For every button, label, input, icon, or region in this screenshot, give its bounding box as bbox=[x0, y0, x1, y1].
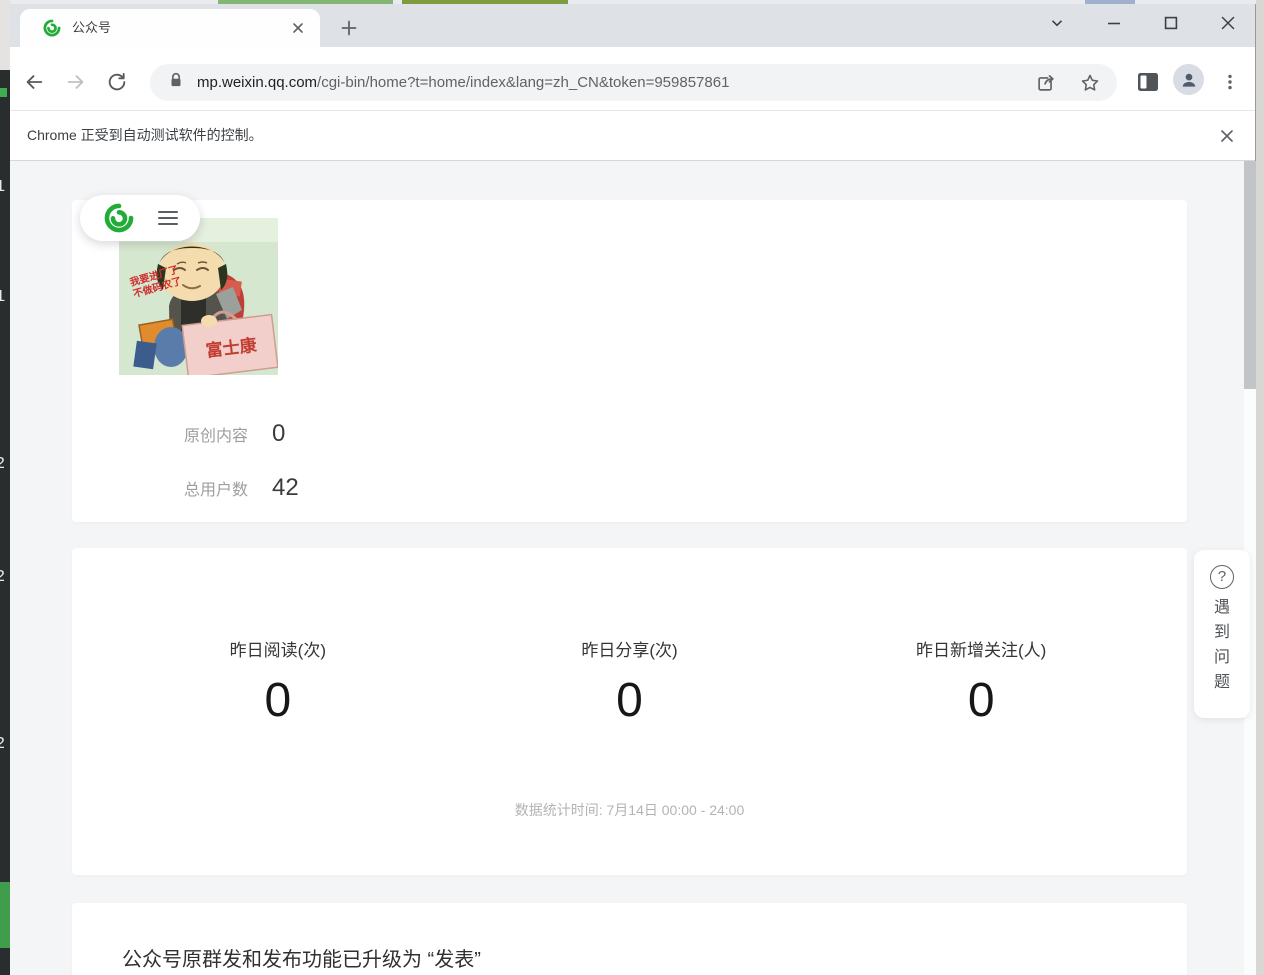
tab-close-icon[interactable] bbox=[286, 16, 310, 40]
stat-label: 昨日分享(次) bbox=[454, 636, 806, 661]
wechat-logo-icon bbox=[102, 201, 136, 235]
share-icon[interactable] bbox=[1033, 70, 1059, 96]
total-users-value: 42 bbox=[272, 474, 299, 502]
stat-value: 0 bbox=[102, 677, 454, 725]
back-icon[interactable] bbox=[21, 69, 47, 95]
stats-time-note: 数据统计时间: 7月14日 00:00 - 24:00 bbox=[72, 800, 1187, 820]
url-text[interactable]: mp.weixin.qq.com/cgi-bin/home?t=home/ind… bbox=[197, 64, 729, 101]
new-tab-button[interactable] bbox=[335, 14, 363, 42]
yesterday-stats-row: 昨日阅读(次) 0 昨日分享(次) 0 昨日新增关注(人) 0 bbox=[102, 636, 1157, 725]
lock-icon[interactable] bbox=[167, 71, 189, 93]
close-window-button[interactable] bbox=[1215, 10, 1241, 36]
desktop-left-strip: 1 1 2 2 2 bbox=[0, 0, 10, 975]
page-scrollbar-thumb[interactable] bbox=[1244, 161, 1256, 389]
editor-line-number: 2 bbox=[0, 568, 9, 587]
background-green-block bbox=[0, 882, 10, 948]
yesterday-stats-card: 昨日阅读(次) 0 昨日分享(次) 0 昨日新增关注(人) 0 数据统计时间: … bbox=[72, 548, 1187, 875]
reload-icon[interactable] bbox=[104, 69, 130, 95]
stat-yesterday-reads: 昨日阅读(次) 0 bbox=[102, 636, 454, 725]
mp-weixin-home-page: 原创内容 0 总用户数 42 bbox=[10, 161, 1256, 975]
original-content-label: 原创内容 bbox=[184, 422, 272, 446]
help-feedback-widget[interactable]: ? 遇 到 问 题 bbox=[1194, 550, 1250, 718]
account-avatar[interactable]: 富士康 我要进厂了 不做码农了 bbox=[119, 218, 278, 375]
browser-toolbar: mp.weixin.qq.com/cgi-bin/home?t=home/ind… bbox=[10, 47, 1255, 111]
help-widget-char: 问 bbox=[1194, 645, 1250, 670]
browser-window: 公众号 bbox=[10, 4, 1256, 975]
background-editor-strip: 1 1 2 2 2 bbox=[0, 70, 10, 975]
editor-line-number: 2 bbox=[0, 455, 9, 474]
publish-notice-text: 公众号原群发和发布功能已升级为 “发表” bbox=[122, 943, 481, 972]
stat-label: 昨日新增关注(人) bbox=[805, 636, 1157, 661]
question-mark-icon: ? bbox=[1210, 565, 1234, 589]
total-users-label: 总用户数 bbox=[184, 476, 272, 500]
minimize-button[interactable] bbox=[1101, 10, 1127, 36]
maximize-button[interactable] bbox=[1158, 10, 1184, 36]
original-content-value: 0 bbox=[272, 420, 285, 448]
bookmark-star-icon[interactable] bbox=[1077, 70, 1103, 96]
infobar-close-icon[interactable] bbox=[1214, 123, 1240, 149]
original-content-row: 原创内容 0 bbox=[184, 420, 285, 448]
tab-search-chevron-icon[interactable] bbox=[1044, 10, 1070, 36]
stat-yesterday-shares: 昨日分享(次) 0 bbox=[454, 636, 806, 725]
stat-yesterday-new-followers: 昨日新增关注(人) 0 bbox=[805, 636, 1157, 725]
editor-green-marker bbox=[0, 88, 7, 97]
stat-value: 0 bbox=[805, 677, 1157, 725]
url-domain: mp.weixin.qq.com bbox=[197, 74, 317, 91]
publish-notice-card: 公众号原群发和发布功能已升级为 “发表” bbox=[72, 903, 1187, 975]
stat-label: 昨日阅读(次) bbox=[102, 636, 454, 661]
kebab-menu-icon[interactable] bbox=[1217, 69, 1243, 95]
editor-line-number: 1 bbox=[0, 178, 9, 197]
editor-line-number: 1 bbox=[0, 288, 9, 307]
url-path: /cgi-bin/home?t=home/index&lang=zh_CN&to… bbox=[317, 74, 729, 91]
tab-gongzhonghao[interactable]: 公众号 bbox=[20, 9, 320, 47]
editor-line-number: 2 bbox=[0, 735, 9, 754]
hamburger-menu-icon[interactable] bbox=[158, 211, 178, 229]
forward-icon[interactable] bbox=[63, 69, 89, 95]
wechat-favicon-icon bbox=[42, 18, 62, 38]
total-users-row: 总用户数 42 bbox=[184, 474, 299, 502]
floating-extension-widget[interactable] bbox=[80, 195, 200, 241]
tab-title: 公众号 bbox=[72, 9, 111, 47]
profile-avatar[interactable] bbox=[1173, 64, 1204, 95]
help-widget-char: 到 bbox=[1194, 620, 1250, 645]
help-widget-char: 遇 bbox=[1194, 595, 1250, 620]
help-widget-char: 题 bbox=[1194, 670, 1250, 695]
side-panel-icon[interactable] bbox=[1135, 69, 1161, 95]
tab-strip: 公众号 bbox=[10, 4, 1255, 47]
address-bar[interactable]: mp.weixin.qq.com/cgi-bin/home?t=home/ind… bbox=[150, 64, 1117, 101]
automation-infobar: Chrome 正受到自动测试软件的控制。 bbox=[10, 111, 1255, 161]
stat-value: 0 bbox=[454, 677, 806, 725]
infobar-message: Chrome 正受到自动测试软件的控制。 bbox=[27, 111, 263, 160]
